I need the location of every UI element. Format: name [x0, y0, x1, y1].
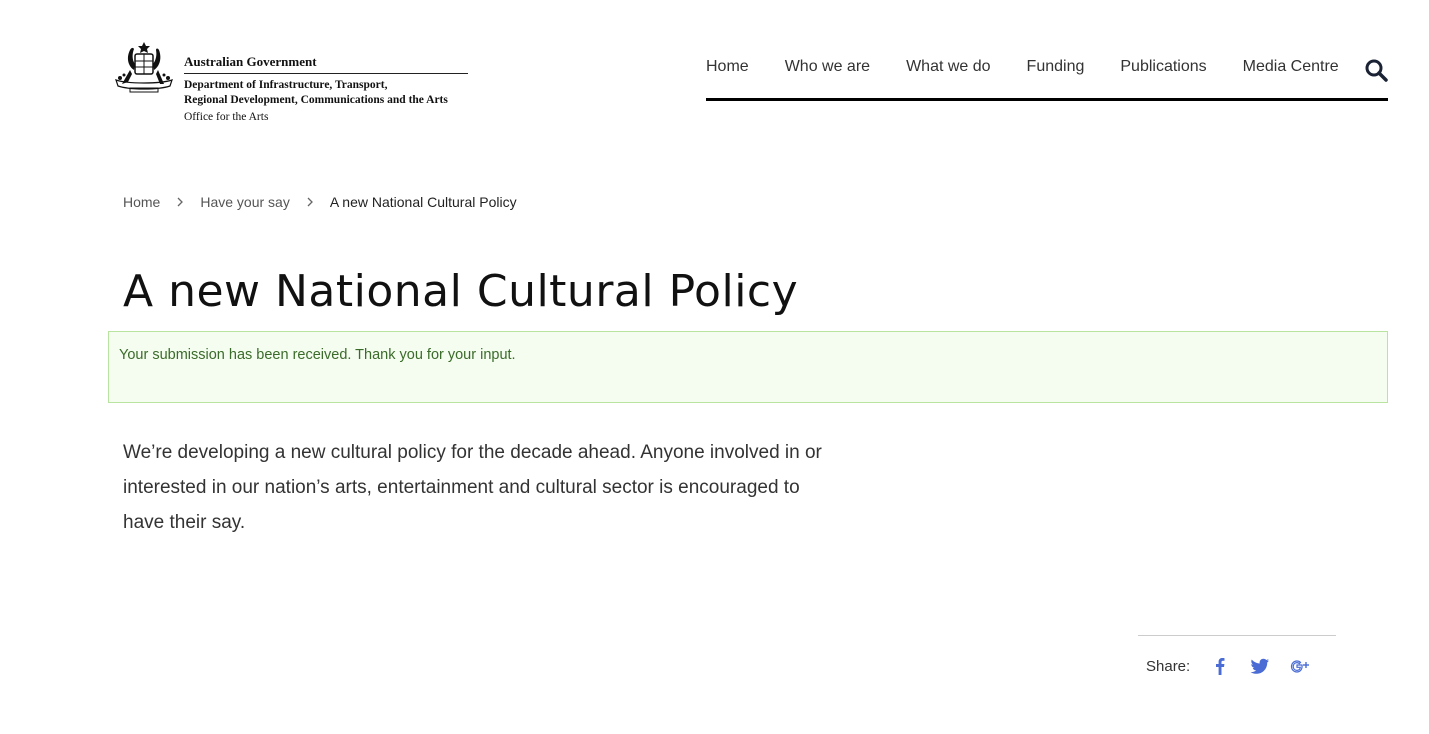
logo-text: Australian Government Department of Infr… — [184, 40, 468, 125]
chevron-right-icon — [307, 197, 313, 207]
search-icon[interactable] — [1364, 58, 1388, 82]
twitter-icon[interactable] — [1250, 656, 1270, 676]
nav-item-who-we-are[interactable]: Who we are — [785, 58, 870, 76]
nav-item-publications[interactable]: Publications — [1120, 58, 1206, 76]
nav-item-media-centre[interactable]: Media Centre — [1243, 58, 1339, 76]
breadcrumb-home[interactable]: Home — [123, 194, 160, 210]
gov-name: Australian Government — [184, 40, 468, 74]
dept-name-line-2: Regional Development, Communications and… — [184, 94, 448, 106]
breadcrumb-current: A new National Cultural Policy — [329, 194, 517, 210]
page-title: A new National Cultural Policy — [123, 266, 799, 317]
coat-of-arms-icon — [115, 42, 173, 93]
share-bar: Share: — [1138, 635, 1336, 676]
page: Australian Government Department of Infr… — [0, 0, 1429, 734]
dept-name-line-1: Department of Infrastructure, Transport, — [184, 79, 388, 91]
main-nav: Home Who we are What we do Funding Publi… — [706, 58, 1388, 101]
chevron-right-icon — [177, 197, 184, 207]
share-label: Share: — [1146, 657, 1191, 675]
nav-item-home[interactable]: Home — [706, 58, 749, 76]
success-message: Your submission has been received. Thank… — [108, 331, 1388, 403]
nav-item-what-we-do[interactable]: What we do — [906, 58, 990, 76]
facebook-icon[interactable] — [1210, 656, 1230, 676]
breadcrumb: Home Have your say A new National Cultur… — [123, 194, 517, 210]
office-name: Office for the Arts — [184, 111, 269, 123]
nav-item-funding[interactable]: Funding — [1027, 58, 1085, 76]
intro-paragraph: We’re developing a new cultural policy f… — [123, 442, 822, 533]
breadcrumb-have-your-say[interactable]: Have your say — [200, 194, 289, 210]
google-plus-icon[interactable] — [1290, 656, 1310, 676]
success-message-text: Your submission has been received. Thank… — [119, 347, 516, 363]
site-logo[interactable]: Australian Government Department of Infr… — [108, 40, 468, 125]
